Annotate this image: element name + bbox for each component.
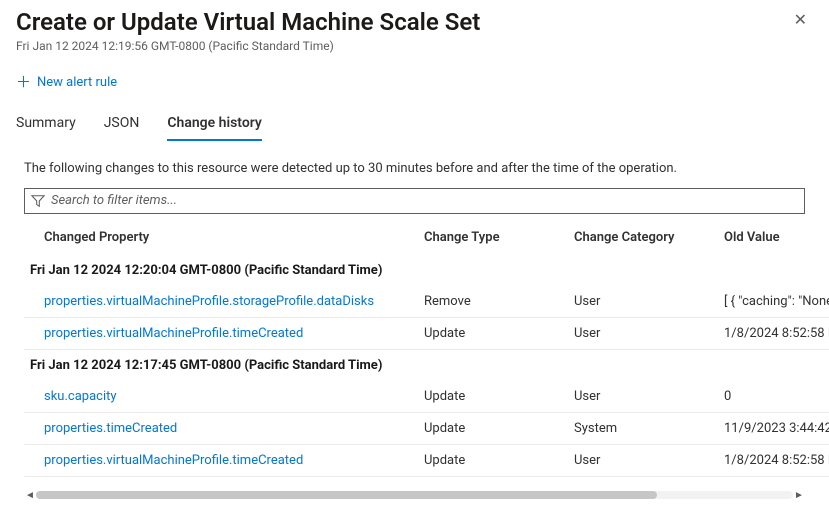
scrollbar-track[interactable] [36,491,793,499]
scrollbar-thumb[interactable] [36,491,657,499]
cell-old-value: 1/8/2024 8:52:58 PM [724,326,829,341]
cell-old-value: 11/9/2023 3:44:42 PM [724,421,829,436]
close-icon: ✕ [794,10,807,29]
cell-change-category: User [574,294,724,309]
horizontal-scrollbar[interactable]: ◄ ► [24,490,805,500]
property-link[interactable]: sku.capacity [44,389,117,404]
group-header: Fri Jan 12 2024 12:20:04 GMT-0800 (Pacif… [24,255,829,286]
property-link[interactable]: properties.virtualMachineProfile.timeCre… [44,453,303,468]
cell-change-type: Update [424,453,574,468]
cell-old-value: 0 [724,389,829,404]
plus-icon: ＋ [16,75,31,90]
table-row[interactable]: properties.timeCreated Update System 11/… [24,413,829,445]
tab-json[interactable]: JSON [104,109,140,141]
cell-change-category: User [574,389,724,404]
scroll-left-arrow-icon[interactable]: ◄ [24,490,36,501]
close-button[interactable]: ✕ [788,8,813,32]
group-header: Fri Jan 12 2024 12:17:45 GMT-0800 (Pacif… [24,350,829,381]
cell-change-type: Remove [424,294,574,309]
page-timestamp: Fri Jan 12 2024 12:19:56 GMT-0800 (Pacif… [16,39,788,53]
cell-change-category: System [574,421,724,436]
search-input[interactable] [51,193,798,208]
table-row[interactable]: properties.virtualMachineProfile.timeCre… [24,445,829,477]
cell-old-value: 1/8/2024 8:52:58 PM [724,453,829,468]
description-text: The following changes to this resource w… [0,141,829,188]
table-header-row: Changed Property Change Type Change Cate… [24,222,829,255]
property-link[interactable]: properties.timeCreated [44,421,177,436]
table-row[interactable]: properties.virtualMachineProfile.timeCre… [24,318,829,350]
search-box[interactable] [24,188,805,214]
column-header-changed-property[interactable]: Changed Property [44,230,424,245]
property-link[interactable]: properties.virtualMachineProfile.timeCre… [44,326,303,341]
cell-change-category: User [574,453,724,468]
cell-change-category: User [574,326,724,341]
column-header-change-category[interactable]: Change Category [574,230,724,245]
column-header-change-type[interactable]: Change Type [424,230,574,245]
cell-change-type: Update [424,421,574,436]
property-link[interactable]: properties.virtualMachineProfile.storage… [44,294,374,309]
cell-change-type: Update [424,326,574,341]
scroll-right-arrow-icon[interactable]: ► [793,490,805,501]
table-row[interactable]: sku.capacity Update User 0 [24,381,829,413]
table-row[interactable]: properties.virtualMachineProfile.storage… [24,286,829,318]
filter-icon [31,194,45,208]
new-alert-rule-button[interactable]: ＋ New alert rule [16,75,117,90]
page-title: Create or Update Virtual Machine Scale S… [16,8,788,37]
cell-change-type: Update [424,389,574,404]
new-alert-rule-label: New alert rule [37,75,117,90]
tab-change-history[interactable]: Change history [167,109,262,141]
tab-summary[interactable]: Summary [16,109,76,141]
column-header-old-value[interactable]: Old Value [724,230,829,245]
cell-old-value: [ { "caching": "None", [724,294,829,309]
